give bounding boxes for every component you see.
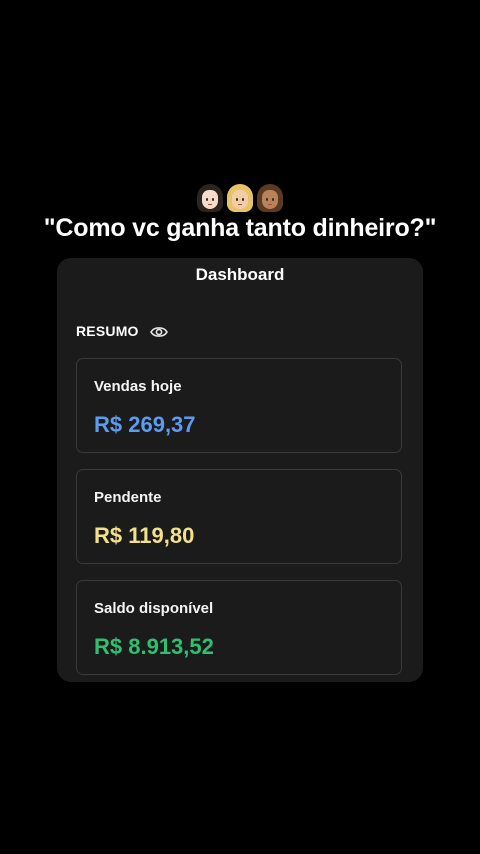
section-label-resumo: RESUMO — [76, 323, 139, 339]
card-label: Pendente — [94, 489, 162, 506]
eye-icon[interactable] — [150, 323, 168, 341]
card-value: R$ 119,80 — [94, 523, 195, 548]
card-vendas-hoje: Vendas hoje R$ 269,37 — [76, 358, 402, 453]
headline-caption: "Como vc ganha tanto dinheiro?" — [43, 214, 437, 242]
card-label: Saldo disponível — [94, 600, 214, 617]
woman-medium-emoji — [257, 184, 283, 212]
woman-blond-emoji — [227, 184, 253, 212]
card-pendente: Pendente R$ 119,80 — [76, 469, 402, 564]
card-saldo-disponivel: Saldo disponível R$ 8.913,52 — [76, 580, 402, 675]
card-value: R$ 8.913,52 — [94, 634, 214, 659]
card-label: Vendas hoje — [94, 378, 182, 395]
card-value: R$ 269,37 — [94, 412, 196, 437]
woman-emoji — [197, 184, 223, 212]
dashboard-title: Dashboard — [195, 265, 285, 284]
emoji-row — [0, 184, 480, 216]
dashboard-panel: Dashboard RESUMO Vendas hoje R$ 269,37 P… — [57, 258, 423, 682]
